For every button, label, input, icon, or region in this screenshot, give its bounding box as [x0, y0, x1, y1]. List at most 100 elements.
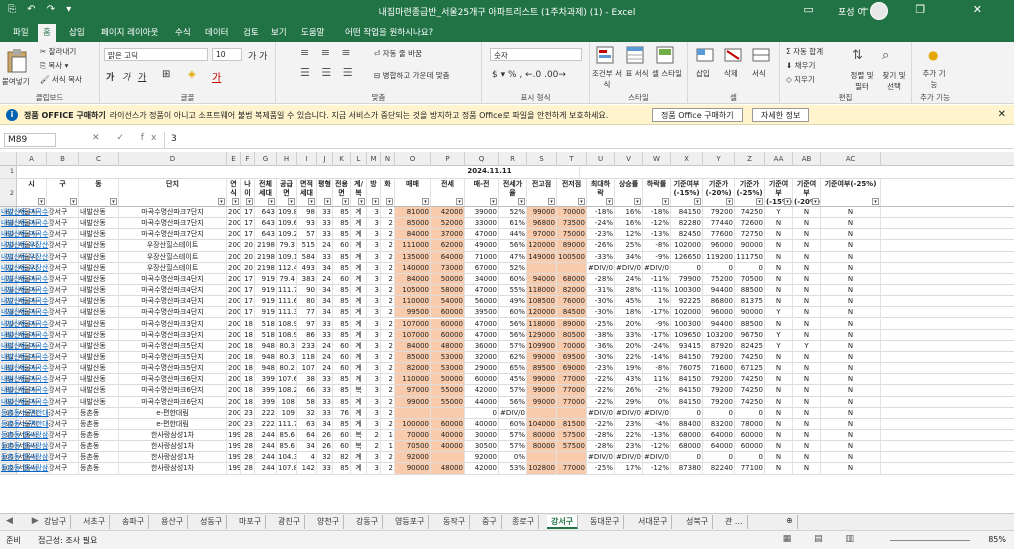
cell[interactable]: 3	[367, 296, 381, 307]
cell[interactable]: N	[821, 273, 881, 285]
header-cell[interactable]: 계/복 ▾	[351, 179, 367, 206]
cell[interactable]: N	[821, 318, 881, 329]
cell[interactable]: 계	[351, 351, 367, 363]
cell[interactable]: -8%	[643, 240, 671, 251]
cell[interactable]: 39500	[465, 307, 499, 318]
cell[interactable]: 계	[351, 374, 367, 385]
insert-button[interactable]: 삽입	[696, 68, 710, 79]
cell[interactable]: 계	[351, 452, 367, 463]
cell[interactable]: 84150	[671, 207, 703, 218]
header-cell[interactable]: 전체세대 ▾	[255, 179, 277, 206]
cell[interactable]: 60000	[431, 329, 465, 340]
cell[interactable]: 47000	[465, 318, 499, 329]
cell[interactable]: 3	[367, 273, 381, 285]
cell[interactable]: 34%	[615, 251, 643, 262]
cell[interactable]: 3	[367, 262, 381, 273]
cell[interactable]: 34	[317, 296, 333, 307]
cell[interactable]: 계	[351, 463, 367, 474]
cell[interactable]: 2	[381, 340, 395, 351]
cell[interactable]: 68000	[557, 273, 587, 285]
cell[interactable]: 399	[255, 374, 277, 385]
cell[interactable]: -12%	[643, 218, 671, 229]
cell[interactable]: 85	[333, 318, 351, 329]
cell[interactable]: 65%	[499, 363, 527, 374]
cell[interactable]: 17	[241, 229, 255, 240]
cell[interactable]	[557, 262, 587, 273]
cell[interactable]: 34	[317, 285, 333, 296]
cell[interactable]: 내발산동 마곡수	[0, 285, 51, 296]
cell[interactable]: N	[821, 251, 881, 262]
cell[interactable]: 108.9	[277, 318, 297, 329]
cell[interactable]: -25%	[587, 318, 615, 329]
delete-cells-icon[interactable]	[724, 46, 742, 64]
cell[interactable]: 584	[297, 251, 317, 262]
cell[interactable]: 2008	[227, 296, 241, 307]
cell[interactable]: 2	[381, 229, 395, 240]
cell[interactable]: 복	[351, 385, 367, 396]
cell[interactable]: 33	[317, 463, 333, 474]
cell[interactable]: 93	[297, 218, 317, 229]
cell[interactable]: 109.2	[277, 229, 297, 240]
cell[interactable]: 99000	[527, 374, 557, 385]
conditional-format-button[interactable]: 조건부 서식	[592, 68, 622, 90]
cell[interactable]: 85	[333, 229, 351, 240]
cell[interactable]: 108.9	[277, 329, 297, 340]
cell[interactable]: 30500	[465, 441, 499, 452]
column-header-C[interactable]: C	[79, 152, 119, 166]
cell[interactable]: 마곡수명산파크4단지	[119, 307, 227, 318]
sheet-tab[interactable]: 양천구	[313, 515, 345, 529]
cell[interactable]: 66	[297, 385, 317, 396]
cell[interactable]: 마곡수명산파크5단지	[119, 340, 227, 351]
cell[interactable]: -23%	[587, 363, 615, 374]
cell[interactable]: 등촌동	[79, 430, 119, 441]
cell[interactable]: 85	[333, 307, 351, 318]
cell[interactable]: 107	[297, 363, 317, 374]
column-header-X[interactable]: X	[671, 152, 703, 166]
cell[interactable]: 16%	[615, 218, 643, 229]
sheet-tab[interactable]: 서초구	[79, 515, 111, 529]
cell[interactable]: 32	[317, 452, 333, 463]
cell[interactable]: 17%	[615, 463, 643, 474]
cell[interactable]: 20	[241, 262, 255, 273]
cell[interactable]: N	[821, 307, 881, 318]
header-cell[interactable]: 동 ▾	[79, 179, 119, 206]
cell[interactable]: 84150	[671, 351, 703, 363]
cell[interactable]: 79900	[671, 273, 703, 285]
cell[interactable]: 내발산동	[79, 251, 119, 262]
tab-5[interactable]: 데이터	[200, 25, 233, 39]
cell[interactable]: 내발산동	[79, 329, 119, 340]
cell[interactable]: 복	[351, 430, 367, 441]
cell[interactable]: 18	[241, 396, 255, 407]
cell[interactable]: 82000	[395, 363, 431, 374]
cell[interactable]: 97	[297, 318, 317, 329]
cell[interactable]: 643	[255, 207, 277, 218]
cell[interactable]: 67000	[465, 262, 499, 273]
number-format-select[interactable]: 숫자	[490, 48, 582, 61]
cell[interactable]: N	[765, 396, 793, 407]
filter-dropdown-icon[interactable]: ▾	[872, 198, 879, 205]
cell[interactable]: 2008	[227, 207, 241, 218]
cell[interactable]: 3	[367, 452, 381, 463]
cell[interactable]: 81375	[735, 296, 765, 307]
cell[interactable]: 89000	[557, 318, 587, 329]
cell[interactable]: 55%	[499, 285, 527, 296]
cell[interactable]	[527, 262, 557, 273]
cell[interactable]: 18	[241, 374, 255, 385]
cell[interactable]: N	[765, 229, 793, 240]
cell[interactable]: 60	[333, 441, 351, 452]
cell[interactable]: 33	[317, 374, 333, 385]
cell[interactable]: 919	[255, 273, 277, 285]
sheet-tab[interactable]: 서대문구	[634, 515, 673, 529]
cell[interactable]: 60	[333, 340, 351, 351]
cell[interactable]: 88400	[671, 418, 703, 429]
header-cell[interactable]: 평형 ▾	[317, 179, 333, 206]
cell[interactable]: -11%	[643, 285, 671, 296]
merge-center-button[interactable]: ⊟ 병합하고 가운데 맞춤	[374, 70, 450, 81]
cell[interactable]: 140000	[395, 262, 431, 273]
cell[interactable]: e-편한대림	[119, 407, 227, 418]
view-icons[interactable]: ▦ ▤ ▥	[783, 534, 864, 544]
cell[interactable]: 강서구	[47, 374, 79, 385]
cell[interactable]: 244	[255, 441, 277, 452]
cell[interactable]: 2	[381, 452, 395, 463]
sheet-tab[interactable]: 강남구	[40, 515, 72, 529]
